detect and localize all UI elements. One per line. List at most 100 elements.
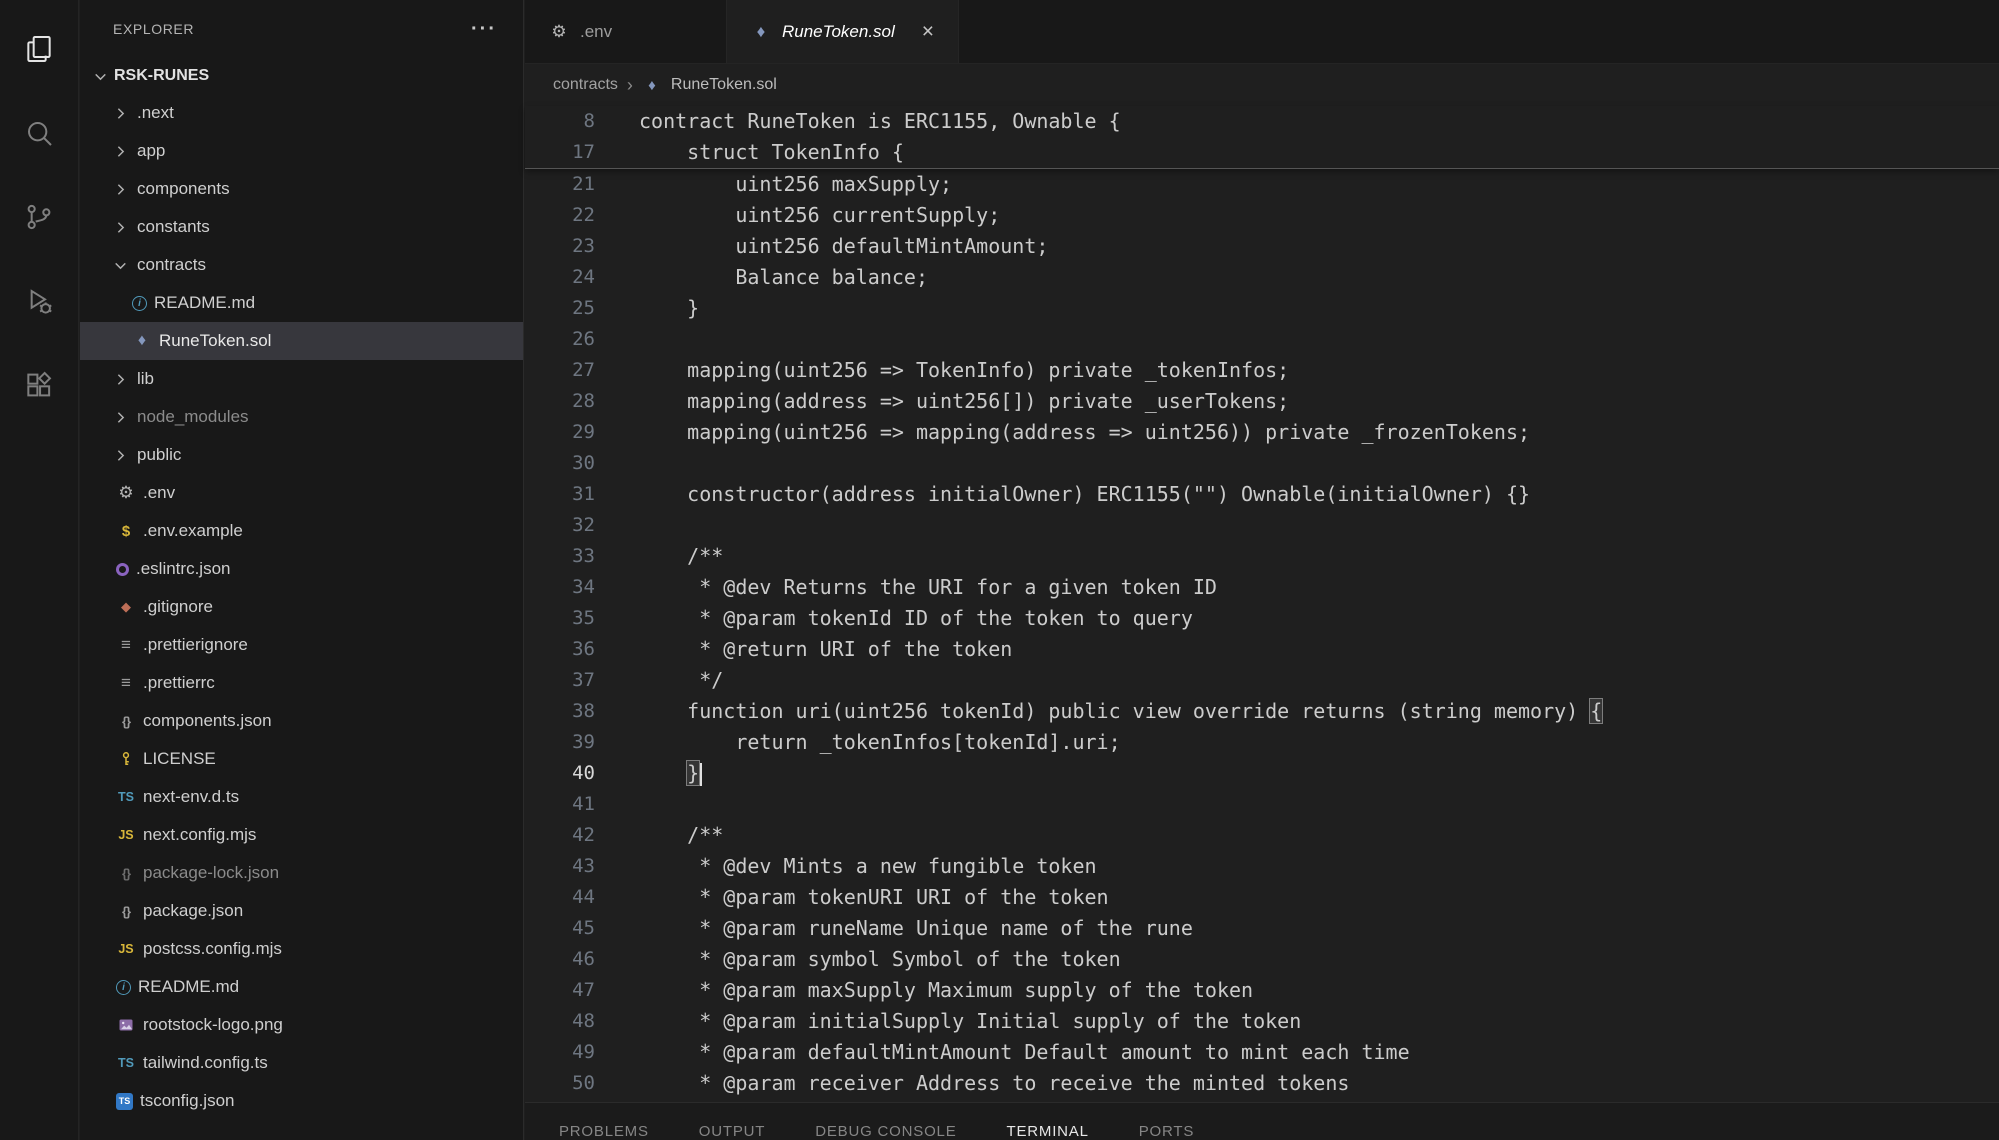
text-cursor [700,763,702,786]
breadcrumb-file[interactable]: RuneToken.sol [671,76,777,94]
tree-folder-public[interactable]: public [80,436,523,474]
tree-item-label: app [137,141,165,161]
code-text[interactable]: * @param tokenId ID of the token to quer… [639,603,1193,634]
panel-tab-ports[interactable]: PORTS [1139,1123,1194,1140]
code-line-33: 33 /** [525,541,1999,572]
tree-file-.prettierignore[interactable]: ≡.prettierignore [80,626,523,664]
run-debug-icon[interactable] [22,284,56,318]
tree-item-label: contracts [137,255,206,275]
tree-item-label: README.md [154,293,255,313]
tree-folder-app[interactable]: app [80,132,523,170]
code-text[interactable]: /** [639,541,723,572]
code-text[interactable]: return _tokenInfos[tokenId].uri; [639,727,1121,758]
license-icon [116,749,136,769]
code-text[interactable]: uint256 currentSupply; [639,200,1000,231]
tree-file-README.md[interactable]: iREADME.md [80,284,523,322]
tree-file-tsconfig.json[interactable]: TS tsconfig.json [80,1082,523,1120]
tree-item-label: .eslintrc.json [136,559,230,579]
tree-file-.eslintrc.json[interactable]: .eslintrc.json [80,550,523,588]
explorer-icon[interactable] [22,32,56,66]
tab-RuneToken.sol[interactable]: ♦RuneToken.sol× [727,0,959,63]
panel-tab-terminal[interactable]: TERMINAL [1007,1123,1089,1140]
tree-folder-lib[interactable]: lib [80,360,523,398]
code-line-29: 29 mapping(uint256 => mapping(address =>… [525,417,1999,448]
tree-file-package.json[interactable]: {}package.json [80,892,523,930]
code-text[interactable]: function uri(uint256 tokenId) public vie… [639,696,1602,727]
solidity-icon: ♦ [642,75,662,95]
tree-file-tailwind.config.ts[interactable]: TStailwind.config.ts [80,1044,523,1082]
gear-icon: ⚙ [549,22,569,42]
tree-item-label: package.json [143,901,243,921]
image-icon [116,1015,136,1035]
tree-folder-node_modules[interactable]: node_modules [80,398,523,436]
code-line-23: 23 uint256 defaultMintAmount; [525,231,1999,262]
tree-item-label: public [137,445,181,465]
code-line-43: 43 * @dev Mints a new fungible token [525,851,1999,882]
line-number: 26 [525,324,595,355]
tree-item-label: .env [143,483,175,503]
line-number: 49 [525,1037,595,1068]
tree-file-package-lock.json[interactable]: {}package-lock.json [80,854,523,892]
bottom-panel: PROBLEMS OUTPUT DEBUG CONSOLE TERMINAL PORTS [525,1102,1999,1140]
code-text[interactable]: */ [639,665,723,696]
tree-item-label: .next [137,103,174,123]
code-text[interactable]: * @param receiver Address to receive the… [639,1068,1349,1099]
code-text[interactable]: * @return URI of the token [639,634,1012,665]
close-icon[interactable]: × [922,21,934,42]
code-text[interactable]: * @dev Returns the URI for a given token… [639,572,1217,603]
tree-file-rootstock-logo.png[interactable]: rootstock-logo.png [80,1006,523,1044]
code-text[interactable]: * @param defaultMintAmount Default amoun… [639,1037,1410,1068]
tree-file-next.config.mjs[interactable]: JSnext.config.mjs [80,816,523,854]
source-control-icon[interactable] [22,200,56,234]
line-number: 50 [525,1068,595,1099]
tree-item-label: tsconfig.json [140,1091,235,1111]
tree-file-LICENSE[interactable]: LICENSE [80,740,523,778]
code-text[interactable]: * @dev Mints a new fungible token [639,851,1097,882]
tree-folder-.next[interactable]: .next [80,94,523,132]
tree-file-README.md[interactable]: iREADME.md [80,968,523,1006]
code-text[interactable]: mapping(uint256 => mapping(address => ui… [639,417,1530,448]
code-text[interactable]: } [639,758,702,789]
tree-folder-constants[interactable]: constants [80,208,523,246]
tab-.env[interactable]: ⚙.env [525,0,727,63]
code-text[interactable]: contract RuneToken is ERC1155, Ownable { [639,106,1121,137]
code-text[interactable]: constructor(address initialOwner) ERC115… [639,479,1530,510]
code-text[interactable]: uint256 maxSupply; [639,169,952,200]
tree-folder-contracts[interactable]: contracts [80,246,523,284]
search-icon[interactable] [22,116,56,150]
tree-file-.prettierrc[interactable]: ≡.prettierrc [80,664,523,702]
code-text[interactable]: * @param runeName Unique name of the run… [639,913,1193,944]
tree-file-.gitignore[interactable]: ◆.gitignore [80,588,523,626]
code-text[interactable]: mapping(uint256 => TokenInfo) private _t… [639,355,1289,386]
code-text[interactable]: * @param maxSupply Maximum supply of the… [639,975,1253,1006]
panel-tab-debug-console[interactable]: DEBUG CONSOLE [815,1123,956,1140]
code-text[interactable]: /** [639,820,723,851]
tree-file-components.json[interactable]: {}components.json [80,702,523,740]
tree-file-RuneToken.sol[interactable]: ♦RuneToken.sol [80,322,523,360]
tree-file-.env[interactable]: ⚙.env [80,474,523,512]
panel-tab-output[interactable]: OUTPUT [699,1123,765,1140]
extensions-icon[interactable] [22,368,56,402]
code-text[interactable]: * @param symbol Symbol of the token [639,944,1121,975]
code-text[interactable]: * @param tokenURI URI of the token [639,882,1109,913]
tree-folder-components[interactable]: components [80,170,523,208]
tsconfig-icon: TS [116,1093,133,1110]
code-text[interactable]: Balance balance; [639,262,928,293]
chevron-down-icon [110,255,130,275]
more-actions-icon[interactable]: ··· [471,24,497,34]
tree-file-postcss.config.mjs[interactable]: JSpostcss.config.mjs [80,930,523,968]
tree-file-.env.example[interactable]: $.env.example [80,512,523,550]
code-text[interactable]: mapping(address => uint256[]) private _u… [639,386,1289,417]
tree-file-next-env.d.ts[interactable]: TSnext-env.d.ts [80,778,523,816]
code-text[interactable]: struct TokenInfo { [639,137,904,168]
editor-group: ⚙.env♦RuneToken.sol× contracts › ♦ RuneT… [525,0,1999,1140]
line-number: 39 [525,727,595,758]
panel-tab-problems[interactable]: PROBLEMS [559,1123,649,1140]
workspace-section-header[interactable]: RSK-RUNES [80,58,523,94]
breadcrumb-folder[interactable]: contracts [553,76,618,94]
line-number: 24 [525,262,595,293]
code-text[interactable]: uint256 defaultMintAmount; [639,231,1048,262]
code-text[interactable]: } [639,293,699,324]
code-text[interactable]: * @param initialSupply Initial supply of… [639,1006,1301,1037]
code-line-8: 8contract RuneToken is ERC1155, Ownable … [525,106,1999,137]
